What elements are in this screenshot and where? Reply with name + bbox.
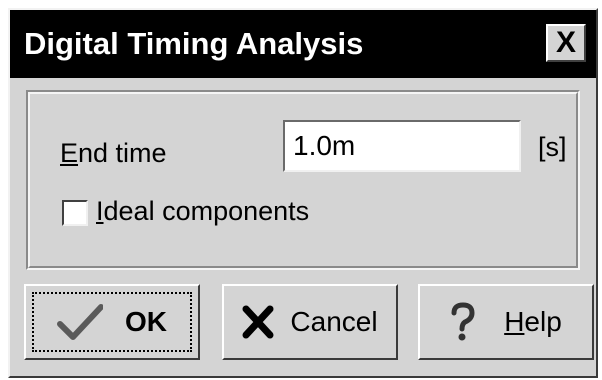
help-button[interactable]: Help — [418, 284, 594, 360]
question-mark-icon — [450, 302, 476, 342]
help-label-text: elp — [524, 306, 562, 337]
end-time-label-text: nd time — [78, 138, 167, 168]
end-time-input[interactable] — [283, 120, 521, 172]
ideal-components-checkbox[interactable] — [62, 200, 88, 226]
end-time-unit: [s] — [538, 132, 567, 162]
close-icon: X — [555, 26, 576, 59]
help-button-label: Help — [504, 306, 562, 338]
ideal-components-accelerator: I — [96, 196, 104, 226]
ok-button[interactable]: OK — [24, 284, 200, 360]
ok-button-label: OK — [125, 306, 167, 337]
cancel-button-label: Cancel — [290, 306, 378, 337]
ideal-components-label[interactable]: Ideal components — [96, 196, 309, 227]
window-title: Digital Timing Analysis — [24, 26, 364, 61]
focus-rectangle — [32, 292, 192, 352]
x-mark-icon — [242, 305, 274, 339]
end-time-label-accelerator: E — [60, 138, 79, 168]
dialog-window: Digital Timing Analysis X End time [s] I… — [8, 8, 598, 378]
help-label-accelerator: H — [504, 306, 525, 337]
settings-group-frame: End time [s] Ideal components — [28, 92, 578, 268]
ideal-components-label-text: deal components — [103, 196, 310, 226]
end-time-label: End time — [60, 138, 167, 169]
close-button[interactable]: X — [546, 24, 586, 62]
cancel-button[interactable]: Cancel — [222, 284, 398, 360]
title-bar[interactable]: Digital Timing Analysis X — [10, 10, 596, 78]
settings-group: End time [s] Ideal components — [26, 90, 580, 270]
